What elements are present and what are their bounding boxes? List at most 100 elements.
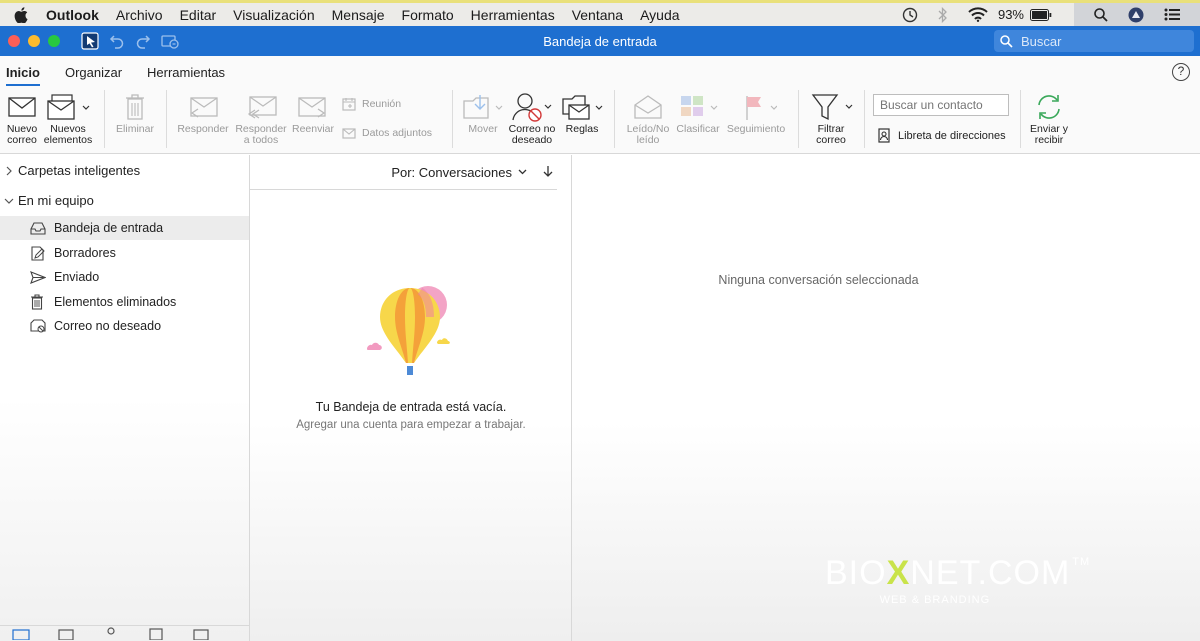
- help-button[interactable]: ?: [1172, 63, 1190, 81]
- move-folder-icon: [463, 95, 503, 119]
- tab-organizar[interactable]: Organizar: [65, 65, 122, 86]
- wifi-icon[interactable]: [968, 7, 988, 22]
- search-icon: [1000, 34, 1013, 48]
- menu-outlook[interactable]: Outlook: [46, 7, 99, 23]
- sync-icon[interactable]: [161, 33, 179, 49]
- junk-label-2: deseado: [511, 134, 553, 146]
- read-unread-label-2: leído: [636, 134, 660, 146]
- no-conversation-message: Ninguna conversación seleccionada: [718, 273, 919, 287]
- forward-button[interactable]: Reenviar: [290, 90, 336, 135]
- rules-button[interactable]: Reglas: [558, 90, 606, 135]
- time-machine-icon[interactable]: [902, 7, 918, 23]
- menu-ayuda[interactable]: Ayuda: [640, 7, 679, 23]
- zoom-window-button[interactable]: [48, 35, 60, 47]
- reply-all-button[interactable]: Responder a todos: [232, 90, 290, 146]
- categorize-label: Clasificar: [676, 123, 720, 135]
- ribbon-separator: [1020, 90, 1021, 148]
- sidebar-item-junk[interactable]: Correo no deseado: [0, 314, 249, 338]
- junk-mail-button[interactable]: Correo no deseado: [506, 90, 558, 146]
- find-contact-input[interactable]: [873, 94, 1009, 116]
- mail-module-icon[interactable]: [12, 626, 30, 641]
- watermark-subtitle: WEB & BRANDING: [879, 594, 991, 606]
- address-book-icon: [878, 128, 890, 143]
- chevron-right-icon[interactable]: [0, 166, 18, 176]
- redo-icon[interactable]: [135, 33, 151, 49]
- message-list-pane: Por: Conversaciones Tu Bandeja de entrad…: [250, 155, 572, 641]
- user-avatar-icon[interactable]: [1128, 7, 1144, 23]
- watermark-trademark: TM: [1072, 556, 1091, 568]
- chevron-down-icon[interactable]: [518, 169, 527, 175]
- notes-module-icon[interactable]: [192, 626, 210, 641]
- junk-folder-icon: [30, 319, 54, 333]
- reply-button[interactable]: Responder: [174, 90, 232, 135]
- sidebar-toggle-icon[interactable]: [81, 32, 99, 50]
- smart-folders-group[interactable]: Carpetas inteligentes: [0, 163, 140, 178]
- window-title-bar: Bandeja de entrada Buscar: [0, 26, 1200, 56]
- filter-label-2: correo: [816, 134, 846, 146]
- sidebar-item-drafts[interactable]: Borradores: [0, 241, 249, 265]
- filter-mail-button[interactable]: Filtrar correo: [806, 90, 856, 146]
- minimize-window-button[interactable]: [28, 35, 40, 47]
- flag-icon: [746, 96, 777, 120]
- tab-inicio[interactable]: Inicio: [6, 65, 40, 86]
- address-book-button[interactable]: Libreta de direcciones: [878, 128, 1006, 143]
- sidebar-item-label: Borradores: [54, 246, 116, 260]
- bioxnet-watermark: BIO X NET.COM TM WEB & BRANDING: [825, 556, 1090, 606]
- sort-direction-arrow-icon[interactable]: [543, 165, 553, 180]
- new-items-button[interactable]: Nuevos elementos: [42, 90, 94, 146]
- sidebar-item-inbox[interactable]: Bandeja de entrada: [0, 216, 249, 240]
- people-module-icon[interactable]: [102, 626, 120, 640]
- sidebar-item-label: Bandeja de entrada: [54, 221, 164, 235]
- reply-label: Responder: [177, 123, 229, 135]
- bluetooth-icon[interactable]: [938, 6, 948, 23]
- attachments-button[interactable]: Datos adjuntos: [342, 127, 432, 139]
- menu-visualizacion[interactable]: Visualización: [233, 7, 314, 23]
- follow-up-button[interactable]: Seguimiento: [724, 90, 788, 135]
- watermark-text-x: X: [886, 554, 911, 592]
- filter-funnel-icon: [811, 94, 853, 121]
- spotlight-search-icon[interactable]: [1094, 7, 1108, 22]
- tab-herramientas[interactable]: Herramientas: [147, 65, 225, 86]
- new-mail-button[interactable]: Nuevo correo: [4, 90, 40, 146]
- ribbon-separator: [104, 90, 105, 148]
- undo-icon[interactable]: [109, 33, 125, 49]
- menu-ventana[interactable]: Ventana: [572, 7, 623, 23]
- ribbon-separator: [798, 90, 799, 148]
- send-receive-label-2: recibir: [1034, 134, 1064, 146]
- categorize-icon: [681, 96, 718, 116]
- categorize-button[interactable]: Clasificar: [674, 90, 722, 135]
- calendar-module-icon[interactable]: [57, 626, 75, 641]
- rules-label: Reglas: [565, 123, 599, 135]
- apple-icon[interactable]: [14, 6, 28, 23]
- sidebar-item-sent[interactable]: Enviado: [0, 265, 249, 289]
- sidebar-item-label: Elementos eliminados: [54, 295, 177, 309]
- on-my-computer-label: En mi equipo: [18, 193, 94, 208]
- move-button[interactable]: Mover: [460, 90, 506, 135]
- read-unread-button[interactable]: Leído/No leído: [622, 90, 674, 146]
- menu-formato[interactable]: Formato: [402, 7, 454, 23]
- search-field[interactable]: Buscar: [994, 30, 1194, 52]
- meeting-button[interactable]: Reunión: [342, 97, 401, 111]
- send-receive-button[interactable]: Enviar y recibir: [1026, 90, 1072, 146]
- sort-by-dropdown[interactable]: Por: Conversaciones: [391, 165, 512, 180]
- close-window-button[interactable]: [8, 35, 20, 47]
- control-center-icon[interactable]: [1164, 8, 1180, 21]
- on-my-computer-group[interactable]: En mi equipo: [0, 193, 94, 208]
- envelope-icon: [8, 97, 36, 117]
- menu-mensaje[interactable]: Mensaje: [332, 7, 385, 23]
- trash-icon: [126, 94, 144, 120]
- menu-editar[interactable]: Editar: [180, 7, 217, 23]
- menu-herramientas[interactable]: Herramientas: [471, 7, 555, 23]
- chevron-down-icon[interactable]: [0, 197, 18, 205]
- battery-icon[interactable]: [1030, 8, 1052, 21]
- module-switcher: [0, 625, 249, 641]
- watermark-text-b: NET.COM: [910, 554, 1071, 592]
- sidebar-item-deleted[interactable]: Elementos eliminados: [0, 290, 249, 314]
- inbox-icon: [30, 221, 54, 235]
- menu-archivo[interactable]: Archivo: [116, 7, 163, 23]
- battery-percent: 93%: [997, 7, 1024, 22]
- tasks-module-icon[interactable]: [147, 626, 165, 641]
- spotlight-area: [1074, 3, 1200, 26]
- move-label: Mover: [468, 123, 498, 135]
- delete-button[interactable]: Eliminar: [112, 90, 158, 135]
